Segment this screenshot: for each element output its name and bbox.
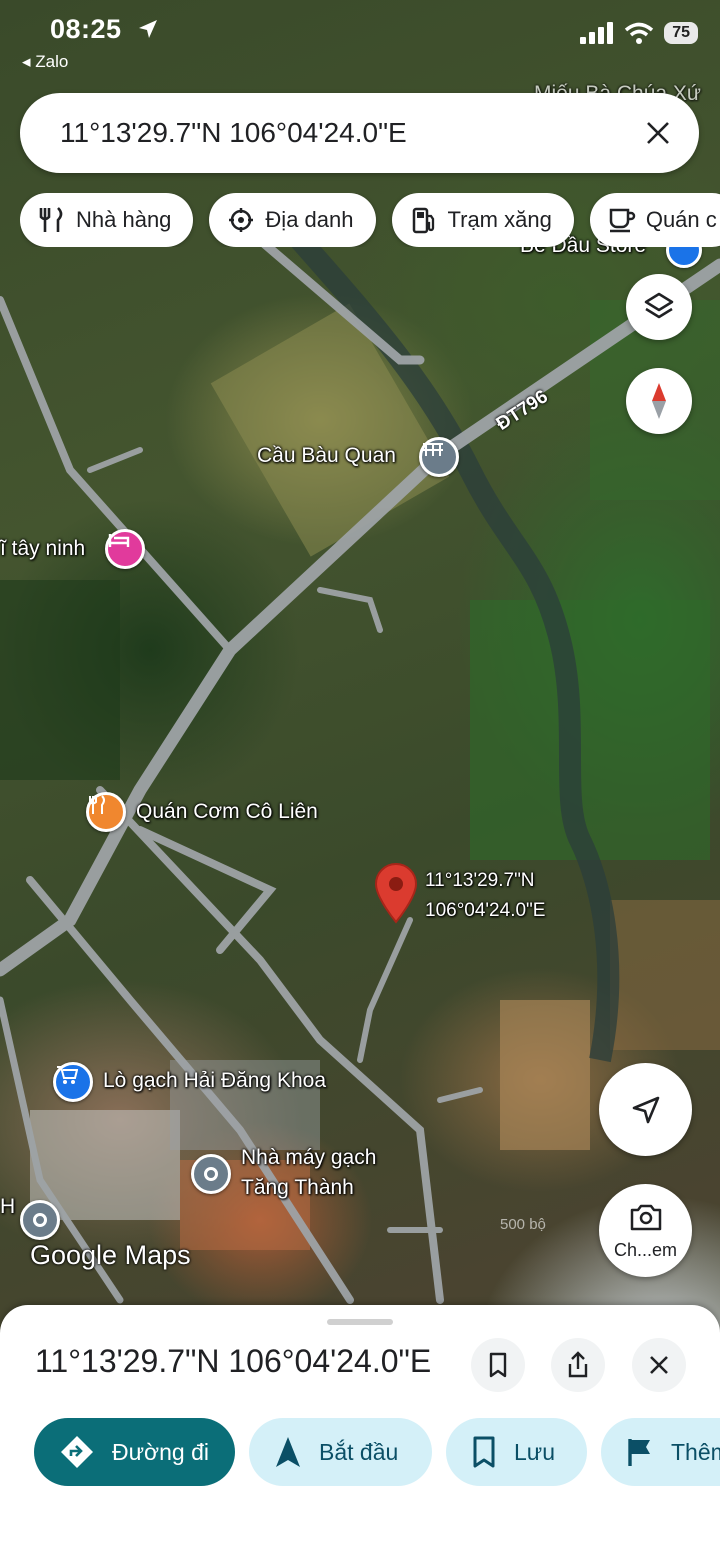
pin-lat-label: 11°13'29.7"N — [425, 870, 535, 891]
start-button[interactable]: Bắt đầu — [249, 1418, 432, 1486]
place-bottom-sheet[interactable]: 11°13'29.7"N 106°04'24.0"E Đường đi Bắt … — [0, 1305, 720, 1557]
bridge-icon[interactable] — [419, 437, 459, 477]
factory-pin-icon[interactable] — [191, 1154, 231, 1194]
cafe-icon — [608, 206, 636, 234]
gas-station-icon — [410, 206, 438, 234]
my-location-button[interactable] — [599, 1063, 692, 1156]
chip-restaurants[interactable]: Nhà hàng — [20, 193, 194, 247]
chip-label: Địa danh — [265, 207, 354, 232]
close-sheet-button[interactable] — [632, 1338, 686, 1392]
map-label-factory-line2[interactable]: Tăng Thành — [241, 1176, 354, 1200]
chip-label: Trạm xăng — [447, 207, 552, 232]
camera-search-icon — [630, 1204, 662, 1231]
navigation-arrow-icon — [632, 1096, 659, 1123]
map-label-left-edge: H — [0, 1195, 16, 1218]
map-label-restaurant[interactable]: Quán Cơm Cô Liên — [136, 800, 318, 824]
share-button[interactable] — [551, 1338, 605, 1392]
google-maps-logo: Google Maps — [30, 1240, 191, 1270]
save-label: Lưu — [514, 1438, 555, 1465]
layers-icon — [644, 292, 674, 319]
chip-gas-stations[interactable]: Trạm xăng — [391, 193, 574, 247]
pin-lng-label: 106°04'24.0"E — [425, 900, 546, 921]
save-icon-button[interactable] — [471, 1338, 525, 1392]
bookmark-outline-icon — [489, 1352, 507, 1378]
dropped-pin-icon[interactable] — [373, 862, 419, 924]
status-indicators: 75 — [580, 22, 698, 44]
signal-icon — [580, 22, 614, 44]
layers-button[interactable] — [626, 274, 692, 340]
start-label: Bắt đầu — [319, 1438, 399, 1465]
landmark-icon — [227, 206, 255, 234]
directions-button[interactable]: Đường đi — [34, 1418, 235, 1486]
lens-button-label: Ch...em — [613, 1240, 678, 1260]
status-time: 08:25 — [50, 14, 122, 44]
save-button[interactable]: Lưu — [446, 1418, 587, 1486]
back-to-app[interactable]: ◂ Zalo — [22, 52, 68, 72]
sheet-title: 11°13'29.7"N 106°04'24.0"E — [35, 1343, 432, 1379]
more-button[interactable]: Thêm — [601, 1418, 720, 1486]
chip-cafes[interactable]: Quán c — [589, 193, 720, 247]
restaurant-poi-icon[interactable] — [86, 792, 126, 832]
hotel-icon[interactable] — [105, 529, 145, 569]
close-icon — [647, 122, 669, 144]
close-icon — [650, 1356, 668, 1374]
location-arrow-icon — [139, 20, 157, 38]
battery-indicator: 75 — [664, 22, 698, 44]
share-icon — [568, 1351, 588, 1378]
search-bar[interactable]: 11°13'29.7"N 106°04'24.0"E — [20, 93, 699, 173]
sheet-drag-handle[interactable] — [327, 1319, 393, 1325]
search-input[interactable]: 11°13'29.7"N 106°04'24.0"E — [60, 117, 643, 149]
more-label: Thêm — [671, 1438, 720, 1465]
lens-search-button[interactable]: Ch...em — [599, 1184, 692, 1277]
place-pin-icon[interactable] — [20, 1200, 60, 1240]
chip-label: Nhà hàng — [76, 207, 172, 232]
wifi-icon — [625, 22, 654, 44]
flag-icon — [628, 1439, 650, 1466]
directions-label: Đường đi — [112, 1438, 209, 1465]
chip-landmarks[interactable]: Địa danh — [209, 193, 376, 247]
sheet-actions: Đường đi Bắt đầu Lưu Thêm — [34, 1418, 720, 1486]
compass-button[interactable] — [626, 368, 692, 434]
map-label-shop[interactable]: Lò gạch Hải Đăng Khoa — [103, 1069, 326, 1093]
navigation-icon — [276, 1437, 300, 1467]
map-label-hotel[interactable]: ĩ tây ninh — [0, 537, 85, 561]
restaurant-icon — [38, 206, 66, 234]
map-label-factory-line1[interactable]: Nhà máy gạch — [241, 1146, 376, 1170]
chip-label: Quán c — [645, 207, 717, 232]
directions-icon — [61, 1436, 93, 1468]
map-label-bridge[interactable]: Cầu Bàu Quan — [257, 444, 396, 468]
map-scale: 500 bộ — [500, 1216, 546, 1233]
clear-search-button[interactable] — [643, 118, 673, 148]
compass-icon — [652, 383, 666, 419]
shop-icon[interactable] — [53, 1062, 93, 1102]
bookmark-icon — [473, 1436, 495, 1468]
category-chips: Nhà hàng Địa danh Trạm xăng Quán c — [20, 193, 720, 247]
